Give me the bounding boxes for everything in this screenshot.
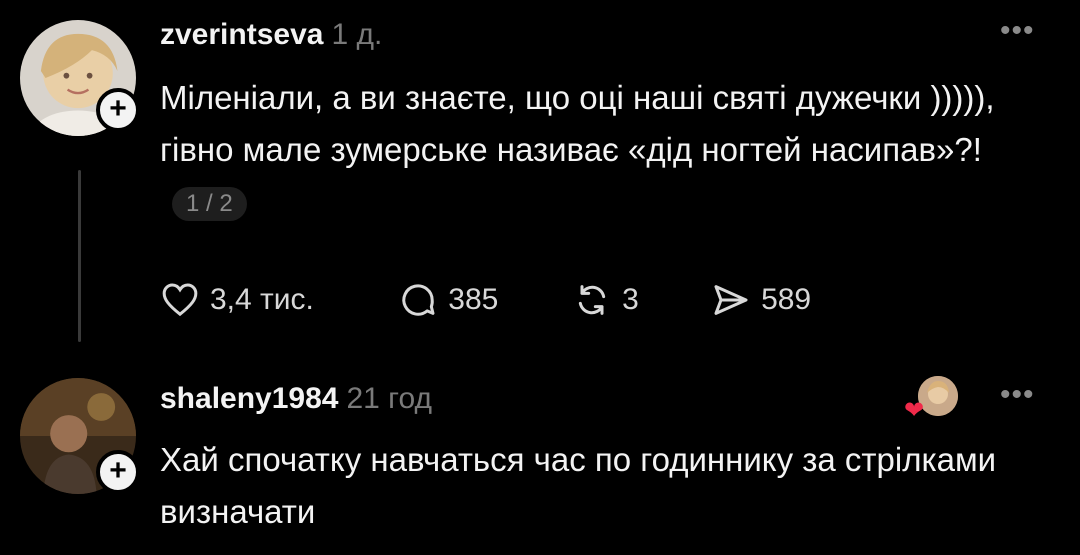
post-time: 1 д. [331,18,383,51]
heart-icon [162,283,198,317]
post-text: Хай спочатку навчаться час по годиннику … [160,434,1020,538]
repost-count: 3 [622,283,639,316]
send-icon [714,285,748,315]
thread-line [78,170,81,342]
post: + shaleny1984 21 год ❤ ••• Хай спочатку н… [0,370,1080,555]
post-time: 21 год [346,382,432,415]
share-count: 589 [761,283,812,316]
comment-count: 385 [448,283,499,316]
follow-plus-icon[interactable]: + [96,88,140,132]
post-text: Міленіали, а ви знаєте, що оці наші свят… [160,72,1020,228]
username[interactable]: shaleny1984 21 год [160,382,432,416]
like-button[interactable]: 3,4 тис. [160,280,398,320]
username[interactable]: zverintseva 1 д. [160,18,382,52]
post-text-body: Міленіали, а ви знаєте, що оці наші свят… [160,79,995,168]
share-button[interactable]: 589 [711,280,860,320]
repost-button[interactable]: 3 [572,280,711,320]
action-bar: 3,4 тис. 385 3 589 [160,280,860,320]
repost-icon [578,285,606,315]
post-text-body: Хай спочатку навчаться час по годиннику … [160,441,997,530]
more-horizontal-icon[interactable]: ••• [1000,378,1035,412]
like-count: 3,4 тис. [210,283,314,316]
heart-badge-icon: ❤ [904,397,925,424]
username-text[interactable]: shaleny1984 [160,382,338,415]
comment-icon [402,284,435,316]
more-horizontal-icon[interactable]: ••• [1000,14,1035,48]
comment-button[interactable]: 385 [398,280,572,320]
username-text[interactable]: zverintseva [160,18,323,51]
page-indicator: 1 / 2 [172,187,247,222]
post: + zverintseva 1 д. ••• Міленіали, а ви зн… [0,0,1080,370]
follow-plus-icon[interactable]: + [96,450,140,494]
